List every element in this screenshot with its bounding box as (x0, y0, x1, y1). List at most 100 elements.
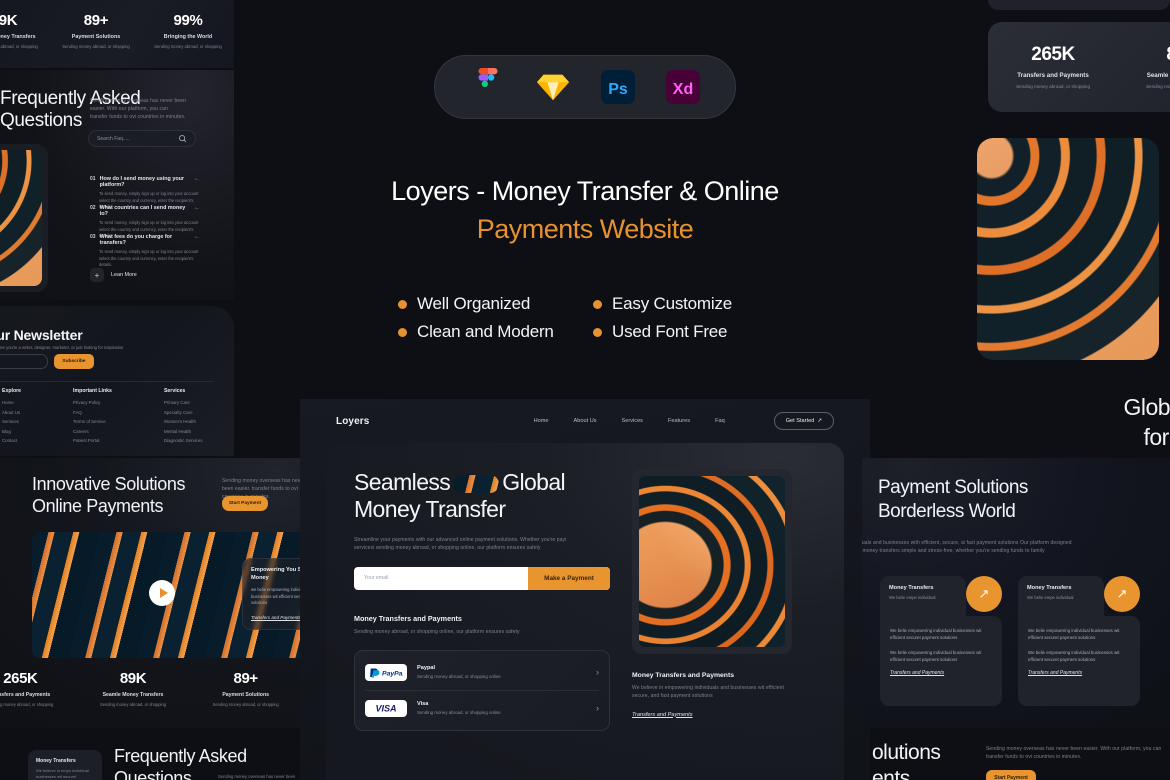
stat-sub: Sending money abroad, or shopping (1145, 84, 1170, 89)
float-card-title: Empowering You Seamless Money (251, 567, 302, 581)
email-input[interactable]: Your email (354, 575, 528, 581)
solution-card-title: Money Transfers (1027, 585, 1072, 591)
arrow-up-right-icon[interactable]: ↗ (966, 576, 1002, 612)
svg-text:VISA: VISA (375, 703, 396, 713)
nav-link-home[interactable]: Home (534, 418, 549, 424)
footer-column: Explore Home About Us Services Blog Cont… (2, 388, 21, 448)
stat-number: 89K (0, 12, 18, 29)
solution-card-link[interactable]: Transfers and Payments (1028, 670, 1130, 676)
start-payment-button[interactable]: Start Payment (986, 770, 1036, 780)
bottom-right-title-line2: ents (872, 766, 910, 780)
stat-item: 265K Transfers and Payments Sending mone… (0, 670, 77, 707)
innovative-title: Innovative Solutions Online Payments (32, 474, 186, 516)
footer-link[interactable]: Specialty Care (164, 410, 203, 415)
feature-item: Well Organized (398, 294, 593, 314)
stat-number: 89+ (83, 12, 109, 29)
figma-icon (469, 68, 507, 106)
sketch-icon (534, 68, 572, 106)
footer-link[interactable]: FAQ (73, 410, 112, 415)
solution-card-p1: We belie empowering individual businesse… (890, 628, 982, 641)
website-mockup: Loyers Home About Us Services Features F… (300, 399, 870, 780)
solution-card-link[interactable]: Transfers and Payments (890, 670, 992, 676)
payment-method-row[interactable]: PayPal Paypal Sending money abroad, or s… (365, 655, 599, 690)
chevron-right-icon[interactable]: › (596, 703, 599, 713)
footer-link[interactable]: Blog (2, 429, 21, 434)
mockup-menu: Home About Us Services Features Faq Get … (534, 412, 834, 430)
play-icon[interactable] (149, 580, 175, 606)
chevron-right-icon[interactable]: › (596, 667, 599, 677)
payment-method-name: Visa (417, 701, 429, 707)
feature-label: Used Font Free (612, 322, 728, 341)
footer-link[interactable]: Diagnostic Services (164, 438, 203, 443)
stat-sub: Sending money abroad, or shopping (212, 702, 279, 707)
learn-more-label: Lean More (111, 272, 137, 278)
footer-link[interactable]: Patient Portal (73, 438, 112, 443)
newsletter-sub: owered prompt generator. Whether you're … (0, 345, 124, 350)
stat-sub: Sending money abroad, or shopping (62, 44, 130, 49)
footer-column-heading: Explore (2, 388, 22, 394)
nav-link-about-us[interactable]: About Us (574, 418, 597, 424)
feature-label: Clean and Modern (417, 322, 554, 341)
bottom-right-blurb: Sending money overseas has never been ea… (986, 746, 1162, 760)
footer-link[interactable]: Services (2, 419, 21, 424)
footer-link[interactable]: Home (2, 400, 21, 405)
poster-canvas: 89K Seamle Money Transfers Sending money… (0, 0, 1170, 780)
card-title: Money Transfers (36, 758, 76, 764)
stat-sub: Sending money abroad, or shopping (1015, 84, 1091, 89)
right-link[interactable]: Transfers and Payments (632, 712, 816, 718)
faq-search-input[interactable]: Search Faq..... (88, 130, 196, 147)
float-card-link[interactable]: Transfers and Payments (251, 615, 302, 620)
newsletter-email-input[interactable]: Enter your email (0, 354, 48, 369)
stat-sub: Sending money abroad, or shopping (154, 44, 222, 49)
right-heading-line2: for a Bo (1143, 424, 1170, 451)
start-payment-button[interactable]: Start Payment (222, 496, 268, 511)
feature-label: Well Organized (417, 294, 531, 313)
stat-sub: Sending money abroad, or shopping (100, 702, 167, 707)
get-started-button[interactable]: Get Started ↗ (773, 412, 834, 430)
payment-method-text: Visa Sending money abroad, or shopping o… (417, 701, 501, 715)
newsletter-footer-panel: Join Our Newsletter owered prompt genera… (0, 306, 234, 456)
solution-card: Money Transfers We belie empe individual… (880, 576, 1002, 706)
divider (0, 381, 214, 382)
nav-link-faq[interactable]: Faq (715, 418, 725, 424)
solution-card-sub: We belie empe individual (1027, 595, 1074, 600)
payment-method-row[interactable]: VISA Visa Sending money abroad, or shopp… (365, 689, 599, 726)
right-body: We believe in empowering individuals and… (632, 685, 784, 699)
mockup-logo[interactable]: Loyers (336, 416, 369, 427)
newsletter-form: Enter your email Subscribe (0, 354, 94, 369)
footer-link[interactable]: Women's Health (164, 419, 203, 424)
payment-solutions-panel: Payment Solutions Borderless World ividu… (862, 458, 1170, 728)
nav-link-features[interactable]: Features (668, 418, 690, 424)
footer-link[interactable]: Primary Care (164, 400, 203, 405)
mockup-showcase-image (632, 469, 792, 654)
mockup-left-column: Seamless Global Money Transfer Streamline… (354, 469, 610, 754)
payments-section-sub: Sending money abroad, or shopping online… (354, 628, 520, 635)
arrow-up-right-icon[interactable]: ↗ (1104, 576, 1140, 612)
solution-card-p2: We belie empowering individual businesse… (890, 649, 982, 662)
nav-link-services[interactable]: Services (622, 418, 643, 424)
solution-card-header: Money Transfers We belie empe individual (1018, 576, 1104, 616)
stat-label: Seamle Money Transfers (1146, 72, 1170, 79)
bullet-icon (398, 327, 407, 337)
footer-link[interactable]: Terms of Service (73, 419, 112, 424)
subscribe-button[interactable]: Subscribe (54, 354, 94, 369)
bullet-icon (398, 299, 407, 309)
footer-link[interactable]: Contact (2, 438, 21, 443)
innovative-solutions-panel: Innovative Solutions Online Payments Sen… (0, 458, 302, 728)
make-a-payment-button[interactable]: Make a Payment (528, 566, 610, 590)
inline-image-pill (453, 475, 500, 493)
stat-label: Payment Solutions (71, 34, 121, 40)
footer-link[interactable]: Privacy Policy (73, 400, 112, 405)
mockup-right-column: Money Transfers and Payments We believe … (632, 469, 816, 754)
photoshop-icon: Ps (599, 68, 637, 106)
faq-search-placeholder: Search Faq..... (97, 135, 130, 142)
footer-link[interactable]: Mental Health (164, 429, 203, 434)
right-artwork-image (977, 138, 1159, 360)
footer-link[interactable]: About Us (2, 410, 21, 415)
footer-link[interactable]: Careers (73, 429, 112, 434)
paypal-logo: PayPal (365, 663, 407, 681)
stat-number: 265K (1031, 44, 1075, 65)
footer-column-heading: Services (163, 388, 186, 394)
learn-more-button[interactable]: + Lean More (90, 268, 137, 282)
stat-label: Seamle Money Transfers (0, 34, 36, 40)
